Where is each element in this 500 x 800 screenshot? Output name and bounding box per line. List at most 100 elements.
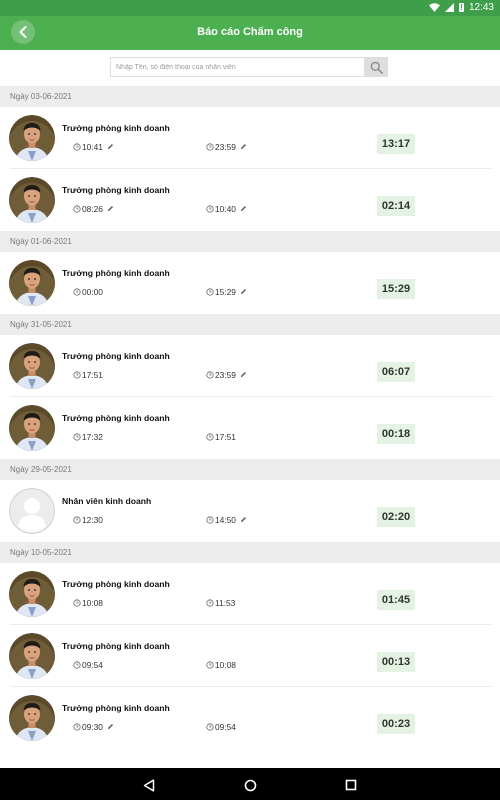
clock-icon [206,723,214,731]
attendance-row[interactable]: Nhân viên kinh doanh 12:30 14:50 02:20 [0,480,500,542]
attendance-row[interactable]: Trưởng phòng kinh doanh 08:26 10:40 02:1… [0,169,500,231]
pencil-icon[interactable] [104,142,114,152]
avatar [9,115,55,161]
check-in-value: 00:00 [82,287,103,297]
check-in-value: 10:08 [82,598,103,608]
clock-icon [206,371,214,379]
clock-icon [73,433,81,441]
clock-icon [73,516,81,524]
clock-icon [206,661,214,669]
check-in-time: 09:54 [73,660,103,670]
pencil-icon[interactable] [237,204,247,214]
signal-icon [444,3,454,12]
attendance-row[interactable]: Trưởng phòng kinh doanh 10:08 11:53 01:4… [0,563,500,625]
check-out-time: 17:51 [206,432,236,442]
check-out-time: 09:54 [206,722,236,732]
check-out-time: 11:53 [206,598,235,608]
check-in-value: 17:51 [82,370,103,380]
user-photo [9,115,55,161]
check-out-time: 10:08 [206,660,236,670]
duration-badge: 02:20 [377,507,415,527]
check-out-time: 15:29 [206,287,247,297]
avatar [9,343,55,389]
wifi-icon [428,3,440,12]
duration-badge: 13:17 [377,134,415,154]
pencil-icon[interactable] [237,287,247,297]
check-out-value: 10:08 [215,660,236,670]
pencil-icon[interactable] [104,204,114,214]
back-triangle-icon [143,778,155,792]
nav-home-button[interactable] [243,778,257,792]
search-button[interactable] [364,57,388,77]
search-input[interactable] [110,57,364,77]
check-out-time: 23:59 [206,142,247,152]
page-title: Báo cáo Chấm công [197,26,303,38]
employee-name: Trưởng phòng kinh doanh [62,579,170,589]
attendance-row[interactable]: Trưởng phòng kinh doanh 10:41 23:59 13:1… [0,107,500,169]
clock-icon [73,205,81,213]
avatar [9,695,55,741]
avatar [9,488,55,534]
check-in-time: 12:30 [73,515,103,525]
user-photo [9,571,55,617]
recents-square-icon [345,779,357,791]
nav-recents-button[interactable] [344,778,358,792]
check-in-value: 09:30 [82,722,103,732]
avatar [9,633,55,679]
employee-name: Trưởng phòng kinh doanh [62,703,170,713]
clock-icon [206,288,214,296]
check-in-time: 10:08 [73,598,103,608]
employee-name: Trưởng phòng kinh doanh [62,268,170,278]
duration-badge: 01:45 [377,590,415,610]
status-icons: ! 12:43 [428,2,494,13]
duration-badge: 00:13 [377,652,415,672]
avatar [9,571,55,617]
check-in-time: 17:51 [73,370,103,380]
clock-icon [73,371,81,379]
attendance-list: Ngày 03-06-2021 Trưởng phòng kinh doanh … [0,86,500,749]
app-bar: Báo cáo Chấm công [0,16,500,50]
attendance-row[interactable]: Trưởng phòng kinh doanh 09:54 10:08 00:1… [0,625,500,687]
check-out-value: 14:50 [215,515,236,525]
check-in-value: 12:30 [82,515,103,525]
status-bar: ! 12:43 [0,0,500,16]
employee-name: Trưởng phòng kinh doanh [62,123,170,133]
pencil-icon[interactable] [237,515,247,525]
check-in-value: 08:26 [82,204,103,214]
clock-icon [206,433,214,441]
user-photo [9,177,55,223]
check-in-value: 17:32 [82,432,103,442]
date-header: Ngày 31-05-2021 [0,314,500,335]
duration-badge: 00:23 [377,714,415,734]
check-in-time: 09:30 [73,722,114,732]
pencil-icon[interactable] [104,722,114,732]
check-in-time: 10:41 [73,142,114,152]
date-header: Ngày 10-05-2021 [0,542,500,563]
attendance-row[interactable]: Trưởng phòng kinh doanh 09:30 09:54 00:2… [0,687,500,749]
status-time: 12:43 [468,2,494,13]
check-out-time: 10:40 [206,204,247,214]
avatar [9,260,55,306]
employee-name: Trưởng phòng kinh doanh [62,641,170,651]
pencil-icon[interactable] [237,142,247,152]
duration-badge: 00:18 [377,424,415,444]
employee-name: Trưởng phòng kinh doanh [62,413,170,423]
clock-icon [206,205,214,213]
clock-icon [73,143,81,151]
employee-name: Trưởng phòng kinh doanh [62,351,170,361]
avatar [9,177,55,223]
attendance-row[interactable]: Trưởng phòng kinh doanh 00:00 15:29 15:2… [0,252,500,314]
check-out-value: 11:53 [215,598,236,608]
nav-back-button[interactable] [142,778,156,792]
employee-name: Trưởng phòng kinh doanh [62,185,170,195]
user-photo [9,343,55,389]
user-photo [9,260,55,306]
check-out-value: 23:59 [215,142,236,152]
avatar [9,405,55,451]
employee-name: Nhân viên kinh doanh [62,496,152,506]
check-in-value: 10:41 [82,142,103,152]
attendance-row[interactable]: Trưởng phòng kinh doanh 17:32 17:51 00:1… [0,397,500,459]
pencil-icon[interactable] [237,370,247,380]
attendance-row[interactable]: Trưởng phòng kinh doanh 17:51 23:59 06:0… [0,335,500,397]
clock-icon [73,288,81,296]
